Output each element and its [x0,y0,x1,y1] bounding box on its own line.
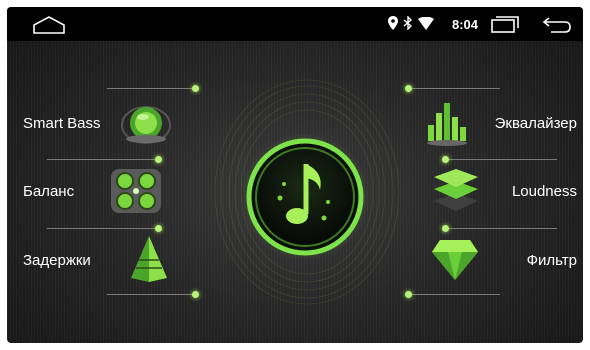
menu-item-loudness[interactable]: Loudness [422,165,583,215]
guide-dot [192,85,199,92]
delay-pyramid-icon [131,236,167,282]
menu-item-smart-bass[interactable]: Smart Bass [7,99,177,149]
guide-dot [155,156,162,163]
guide-line [410,294,500,295]
menu-label-delays: Задержки [23,252,91,269]
wifi-icon [418,17,434,30]
menu-item-filter[interactable]: Фильтр [422,232,583,287]
home-icon[interactable] [32,15,66,35]
menu-item-balance[interactable]: Баланс [7,165,177,215]
menu-label-loudness: Loudness [511,183,577,200]
status-bar: 8:04 [7,7,583,41]
guide-line [47,228,155,229]
location-icon [388,16,398,30]
back-icon[interactable] [543,17,571,33]
music-center-button[interactable] [240,132,370,262]
audio-settings-screen: 8:04 Smart Bass Баланс Задержки Эквалайз… [7,7,583,343]
smart-bass-icon [121,106,171,144]
guide-line [447,159,557,160]
menu-label-balance: Баланс [23,183,75,200]
loudness-icon [434,169,478,211]
guide-dot [442,156,449,163]
menu-item-equalizer[interactable]: Эквалайзер [422,99,583,149]
equalizer-icon [427,103,467,146]
recent-apps-icon[interactable] [491,16,519,33]
guide-line [107,88,197,89]
guide-dot [192,291,199,298]
bluetooth-icon [403,16,413,30]
guide-line [47,159,155,160]
menu-label-equalizer: Эквалайзер [494,115,577,132]
filter-gem-icon [432,240,478,280]
menu-label-filter: Фильтр [526,252,577,269]
guide-line [107,294,197,295]
clock-time: 8:04 [452,17,479,32]
guide-dot [155,225,162,232]
balance-icon [111,169,161,213]
guide-line [410,88,500,89]
menu-item-delays[interactable]: Задержки [7,232,177,287]
menu-label-smart-bass: Smart Bass [23,115,101,132]
guide-line [447,228,557,229]
guide-dot [442,225,449,232]
